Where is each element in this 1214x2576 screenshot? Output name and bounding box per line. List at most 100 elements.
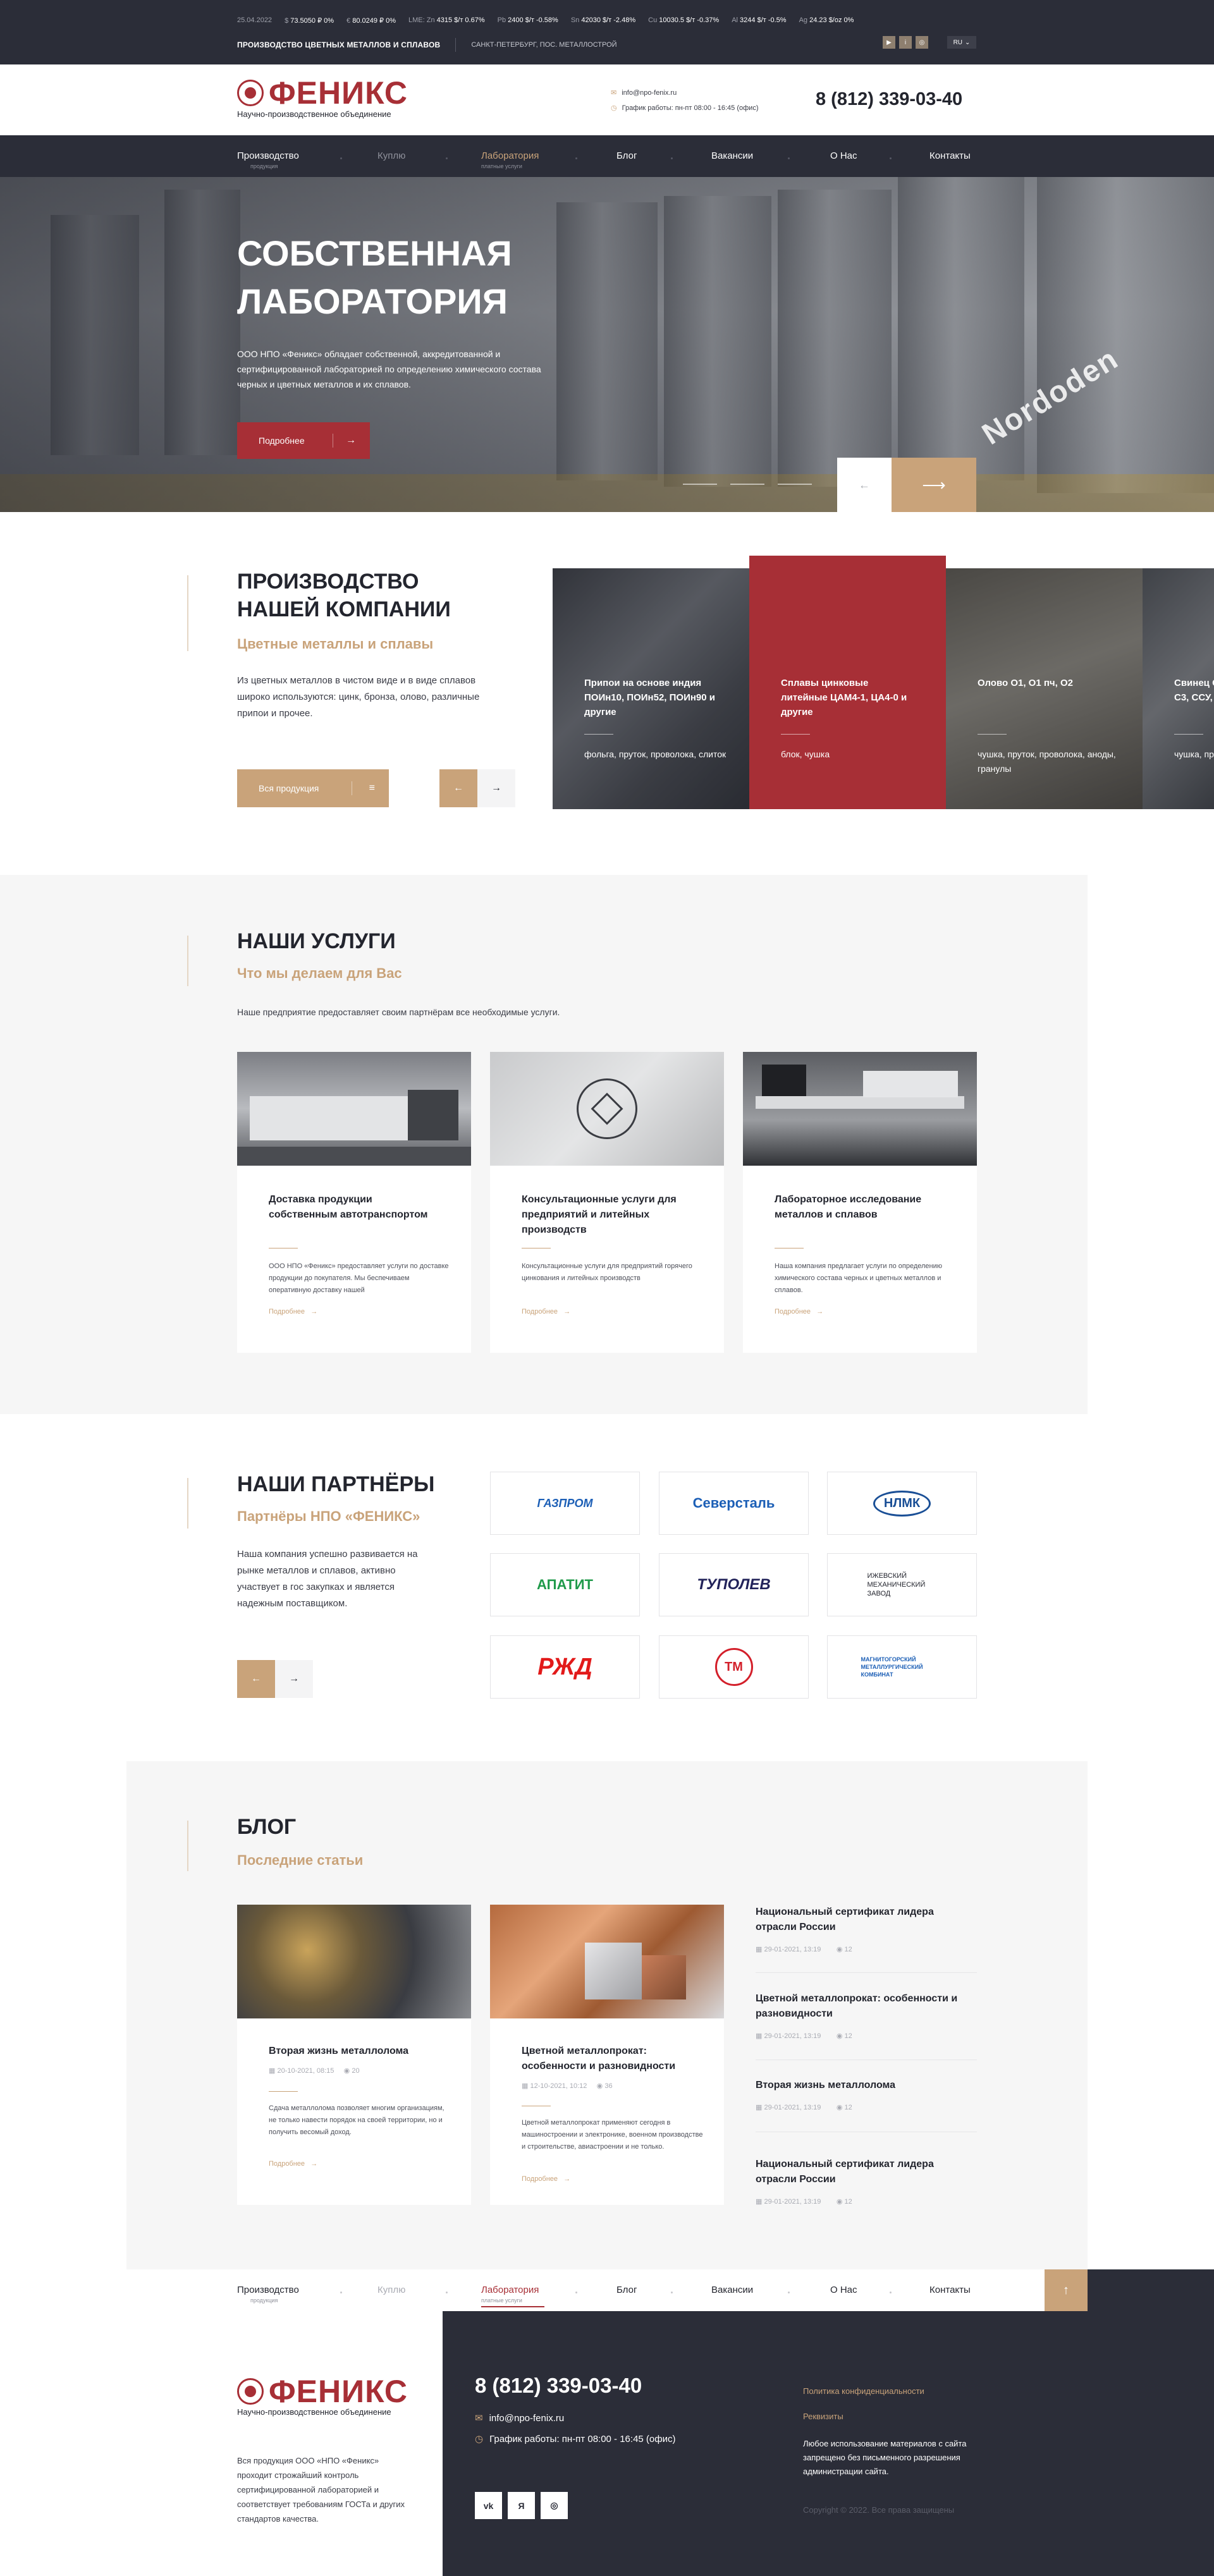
yandex-icon[interactable]: Я — [508, 2492, 535, 2519]
scroll-up-button[interactable]: ↑ — [1045, 2269, 1088, 2311]
product-card-active[interactable]: Сплавы цинковые литейные ЦАМ4-1, ЦА4-0 и… — [749, 556, 946, 809]
header-email[interactable]: info@npo-fenix.ru — [622, 89, 677, 97]
slider-dot[interactable] — [730, 484, 764, 485]
footer-email-line: ✉ info@npo-fenix.ru — [475, 2412, 564, 2424]
blog-more-link[interactable]: Подробнее → — [269, 2160, 317, 2168]
ticker-item: Sn 42030 $/т -2.48% — [570, 16, 636, 24]
info-icon[interactable]: i — [899, 36, 912, 49]
partner-logo-severstal[interactable]: Северсталь — [659, 1472, 809, 1535]
footer-nav-vacancies[interactable]: Вакансии — [711, 2285, 753, 2295]
nav-dot — [788, 157, 790, 159]
service-title: Консультационные услуги для предприятий … — [522, 1194, 677, 1235]
arrow-right-icon: → — [816, 1308, 824, 1315]
hero-more-button[interactable]: Подробнее → — [237, 422, 370, 459]
footer-logo[interactable]: ФЕНИКС — [237, 2376, 408, 2407]
nav-item-about[interactable]: О Нас — [830, 150, 857, 161]
hero-next-button[interactable]: ⟶ — [892, 458, 976, 512]
header-contacts: ✉ info@npo-fenix.ru ◷ График работы: пн-пт… — [611, 85, 758, 116]
blog-more-link[interactable]: Подробнее → — [522, 2175, 570, 2183]
nav-item-buy[interactable]: Куплю — [377, 150, 405, 161]
service-card[interactable]: Доставка продукции собственным автотранс… — [237, 1052, 471, 1353]
language-select[interactable]: RU ⌄ — [947, 36, 976, 49]
partner-logo-nlmk[interactable]: НЛМК — [827, 1472, 977, 1535]
all-products-button[interactable]: Вся продукция ≡ — [237, 769, 389, 807]
hero-slider — [0, 177, 1214, 512]
side-post[interactable]: Вторая жизнь металлолома ▦ 29-01-2021, 1… — [756, 2078, 977, 2111]
nav-dot — [575, 157, 577, 159]
nav-dot — [575, 2292, 577, 2293]
partners-prev-button[interactable]: ← — [237, 1660, 275, 1698]
partner-logo-rzd[interactable]: РЖД — [490, 1635, 640, 1699]
service-more-link[interactable]: Подробнее → — [269, 1308, 317, 1315]
side-post[interactable]: Национальный сертификат лидера отрасли Р… — [756, 2157, 977, 2206]
footer-phone[interactable]: 8 (812) 339-03-40 — [475, 2374, 642, 2398]
side-post-title: Цветной металлопрокат: особенности и раз… — [756, 1993, 958, 2019]
nav-dot — [788, 2292, 790, 2293]
footer-nav-laboratory[interactable]: Лаборатория — [481, 2285, 539, 2295]
production-next-button[interactable]: → — [477, 769, 515, 807]
partner-name: ТУПОЛЕВ — [697, 1576, 771, 1593]
product-card[interactable]: Припои на основе индия ПОИн10, ПОИн52, П… — [553, 568, 749, 809]
footer-nav-sub-laboratory: платные услуги — [481, 2297, 522, 2304]
service-card[interactable]: Лабораторное исследование металлов и спл… — [743, 1052, 977, 1353]
side-post[interactable]: Цветной металлопрокат: особенности и раз… — [756, 1991, 977, 2040]
clock-icon: ◷ — [611, 104, 617, 112]
service-card[interactable]: Консультационные услуги для предприятий … — [490, 1052, 724, 1353]
blog-title: БЛОГ — [237, 1815, 297, 1839]
service-more-link[interactable]: Подробнее → — [775, 1308, 823, 1315]
hero-prev-button[interactable]: ← — [837, 458, 892, 512]
footer-nav-buy[interactable]: Куплю — [377, 2285, 405, 2295]
nav-item-laboratory[interactable]: Лаборатория — [481, 150, 539, 161]
logo-subtitle: Научно-производственное объединение — [237, 109, 391, 119]
service-image-consulting — [490, 1052, 724, 1166]
nav-item-blog[interactable]: Блог — [616, 150, 637, 161]
nav-dot — [671, 2292, 673, 2293]
slider-dot[interactable] — [778, 484, 812, 485]
arrow-right-icon: → — [563, 2175, 571, 2183]
header-phone[interactable]: 8 (812) 339-03-40 — [816, 89, 962, 110]
footer-email[interactable]: info@npo-fenix.ru — [489, 2413, 565, 2424]
blog-card-meta: ▦ 12-10-2021, 10:12 ◉ 36 — [522, 2082, 613, 2090]
production-prev-button[interactable]: ← — [439, 769, 477, 807]
service-more-link[interactable]: Подробнее → — [522, 1308, 570, 1315]
partner-logo-tm[interactable]: ТМ — [659, 1635, 809, 1699]
partner-logo-izhmash[interactable]: ИЖЕВСКИЙ МЕХАНИЧЕСКИЙ ЗАВОД — [827, 1553, 977, 1616]
instagram-icon[interactable]: ◎ — [916, 36, 928, 49]
partner-logo-tupolev[interactable]: ТУПОЛЕВ — [659, 1553, 809, 1616]
site-logo[interactable]: ФЕНИКС — [237, 77, 408, 109]
service-image-laboratory — [743, 1052, 977, 1166]
footer-nav-blog[interactable]: Блог — [616, 2285, 637, 2295]
partner-logo-mmk[interactable]: МАГНИТОГОРСКИЙ МЕТАЛЛУРГИЧЕСКИЙ КОМБИНАТ — [827, 1635, 977, 1699]
service-desc: Консультационные услуги для предприятий … — [522, 1262, 692, 1282]
lab-monitor — [762, 1065, 806, 1096]
arrow-up-icon: ↑ — [1063, 2283, 1069, 2297]
nav-item-production[interactable]: Производство — [237, 150, 299, 161]
product-card[interactable]: Олово О1, О1 пч, О2 чушка, пруток, прово… — [946, 568, 1143, 809]
mail-icon: ✉ — [611, 89, 617, 97]
slider-dot[interactable] — [683, 484, 717, 485]
footer-nav-contacts[interactable]: Контакты — [929, 2285, 971, 2295]
requisites-link[interactable]: Реквизиты — [803, 2412, 843, 2421]
ticker-item: LME: Zn 4315 $/т 0.67% — [408, 16, 485, 24]
partners-next-button[interactable]: → — [275, 1660, 313, 1698]
blog-card[interactable]: Вторая жизнь металлолома ▦ 20-10-2021, 0… — [237, 1905, 471, 2205]
footer-nav-production[interactable]: Производство — [237, 2285, 299, 2295]
vk-icon[interactable]: vk — [475, 2492, 502, 2519]
nav-dot — [340, 2292, 342, 2293]
lab-equipment — [863, 1071, 958, 1097]
instagram-icon[interactable]: ◎ — [541, 2492, 568, 2519]
partner-logo-apatit[interactable]: АПАТИТ — [490, 1553, 640, 1616]
privacy-policy-link[interactable]: Политика конфиденциальности — [803, 2386, 924, 2396]
language-value: RU — [953, 39, 963, 46]
ticker-item: Al 3244 $/т -0.5% — [732, 16, 787, 24]
footer-nav-about[interactable]: О Нас — [830, 2285, 857, 2295]
product-desc: фольга, пруток, проволока, слиток — [584, 749, 727, 759]
clock-icon: ◷ — [475, 2434, 484, 2445]
product-card[interactable]: Свинец С1, С3, ССУ, чушка, пр — [1143, 568, 1214, 809]
side-post[interactable]: Национальный сертификат лидера отрасли Р… — [756, 1905, 977, 1953]
nav-item-vacancies[interactable]: Вакансии — [711, 150, 753, 161]
blog-card[interactable]: Цветной металлопрокат: особенности и раз… — [490, 1905, 724, 2205]
youtube-icon[interactable]: ▶ — [883, 36, 895, 49]
partner-logo-gazprom[interactable]: ГАЗПРОМ — [490, 1472, 640, 1535]
nav-item-contacts[interactable]: Контакты — [929, 150, 971, 161]
